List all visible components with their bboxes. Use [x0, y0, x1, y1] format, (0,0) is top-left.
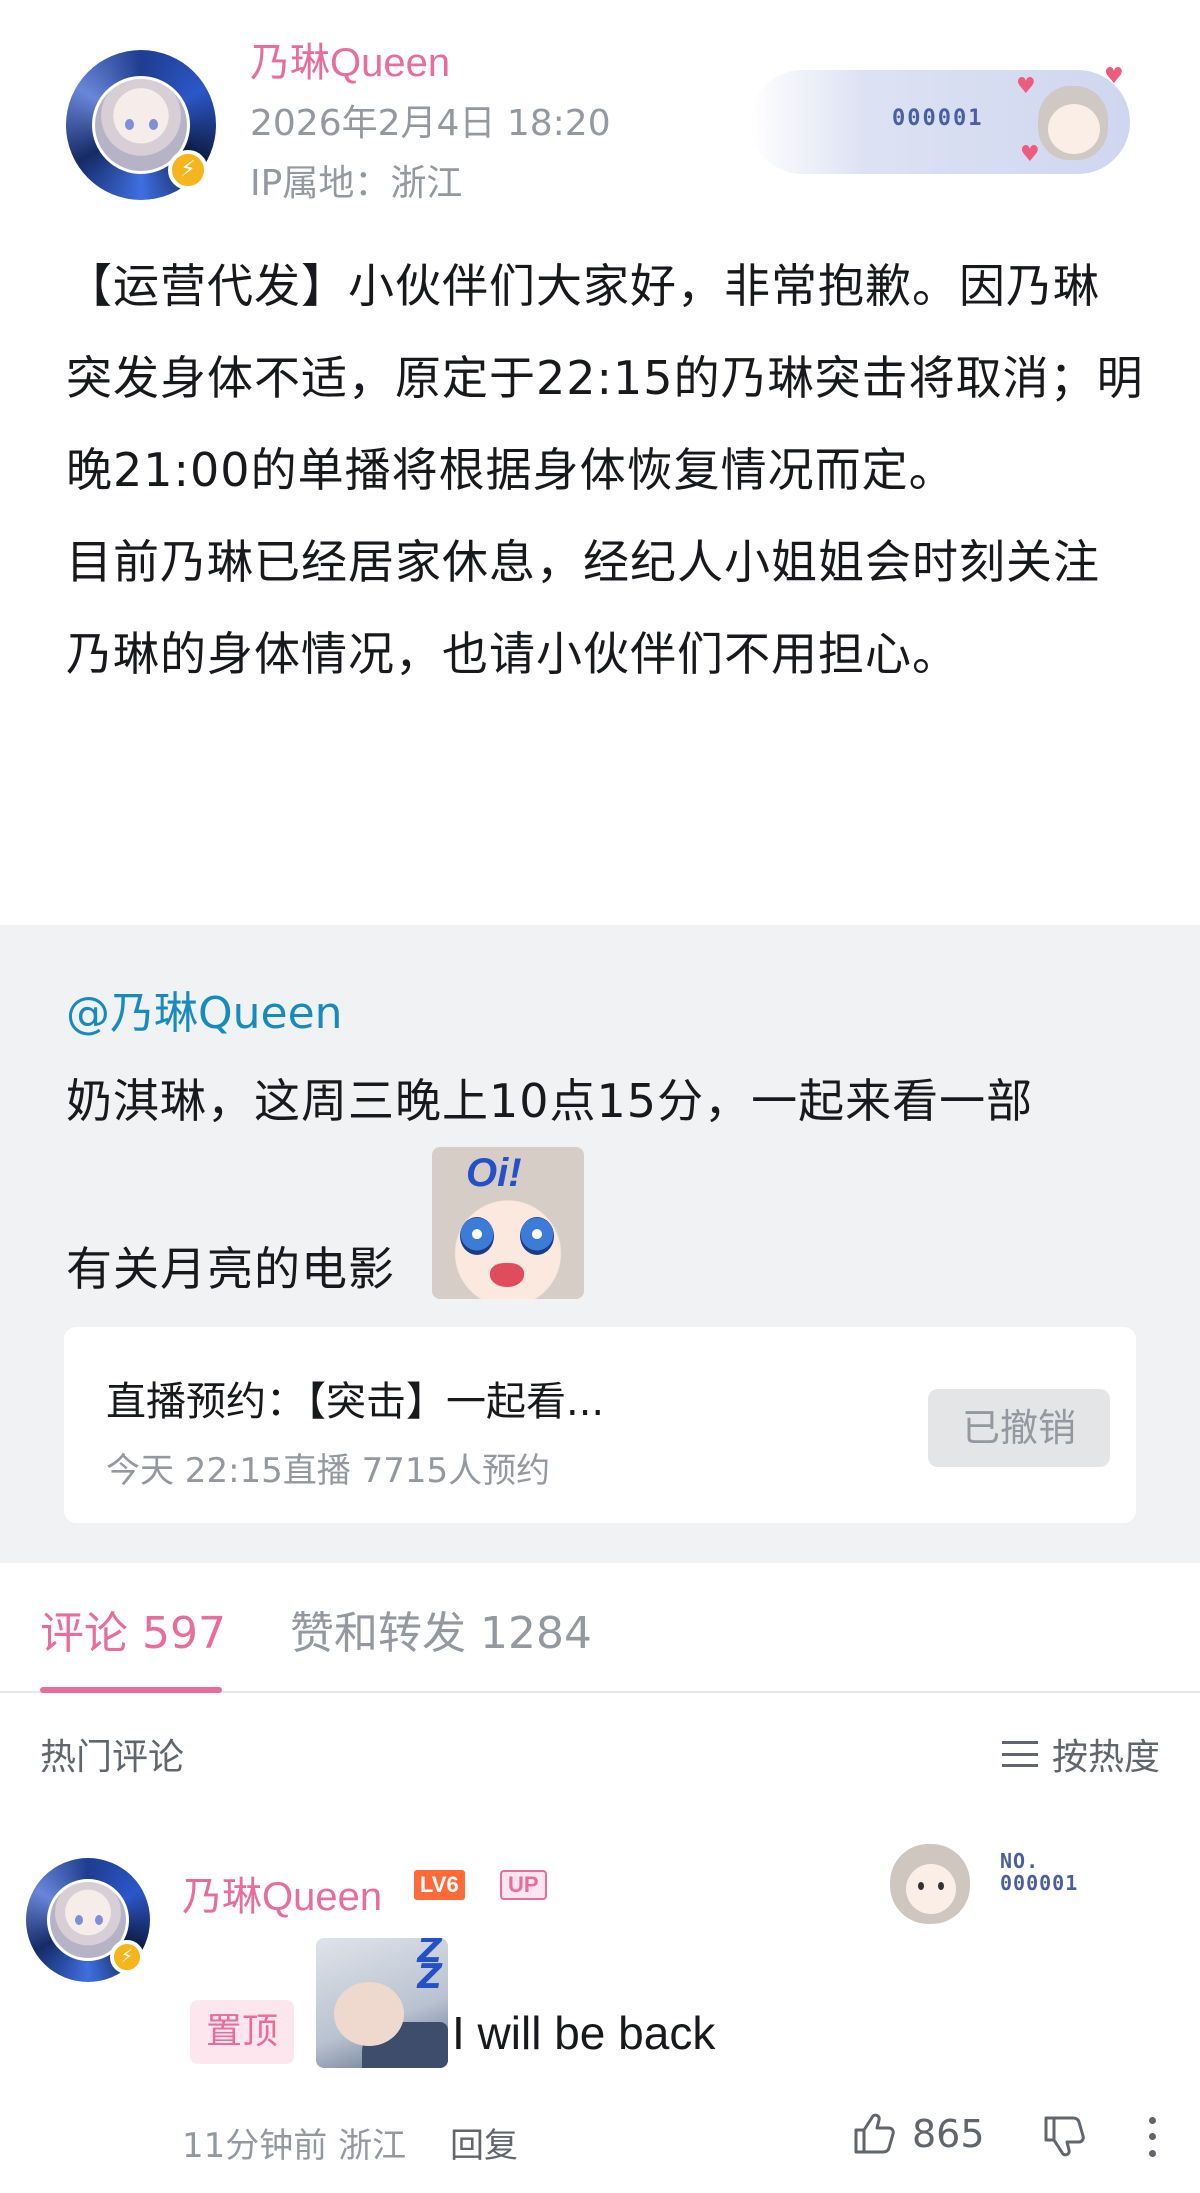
sticker-head — [334, 1982, 404, 2046]
verified-badge-icon: ⚡ — [110, 1940, 144, 1974]
chibi-face — [1048, 104, 1100, 154]
post-ip-location: IP属地：浙江 — [250, 163, 463, 204]
heart-icon: ♥ — [1016, 74, 1036, 99]
hot-comments-label: 热门评论 — [40, 1737, 185, 1778]
author-avatar[interactable]: ⚡ — [66, 50, 216, 200]
post-timestamp: 2026年2月4日 18:20 — [250, 103, 611, 144]
sort-label: 按热度 — [1051, 1737, 1160, 1778]
up-badge: UP — [500, 1870, 547, 1900]
sticker-eye — [460, 1217, 494, 1255]
dislike-button[interactable] — [1040, 2112, 1088, 2164]
dot — [1148, 2133, 1156, 2141]
comment-tabs: 评论 597 赞和转发 1284 — [0, 1563, 1200, 1693]
heart-icon: ♥ — [1104, 64, 1124, 89]
post-content: 【运营代发】小伙伴们大家好，非常抱歉。因乃琳突发身体不适，原定于22:15的乃琳… — [66, 240, 1146, 700]
verified-badge-icon: ⚡ — [168, 150, 208, 190]
like-button[interactable]: 865 — [850, 2110, 985, 2158]
comment-meta: 11分钟前 浙江 — [182, 2126, 407, 2166]
author-name[interactable]: 乃琳Queen — [250, 30, 450, 88]
repost-author-mention[interactable]: @乃琳Queen — [66, 977, 343, 1041]
reply-button[interactable]: 回复 — [450, 2118, 518, 2167]
level-badge: LV6 — [414, 1870, 465, 1900]
zzz-mark: ZZ — [417, 1938, 442, 1997]
reposted-dynamic[interactable]: @乃琳Queen 奶淇琳，这周三晚上10点15分，一起来看一部 有关月亮的电影 … — [0, 925, 1200, 1563]
dot — [1148, 2116, 1156, 2124]
dot — [1148, 2150, 1156, 2158]
sticker-text: Oi! — [466, 1151, 522, 1195]
repost-text: 奶淇琳，这周三晚上10点15分，一起来看一部 — [66, 1074, 1034, 1128]
more-vertical-icon[interactable] — [1140, 2112, 1164, 2162]
comment-fan-badge[interactable]: NO. 000001 — [890, 1838, 1170, 1938]
fan-card[interactable]: 000001 ♥ ♥ ♥ — [750, 64, 1130, 174]
fan-badge-face — [906, 1864, 956, 1914]
like-count: 865 — [912, 2112, 985, 2156]
fan-card-number: 000001 — [892, 106, 984, 131]
pinned-tag: 置顶 — [190, 2000, 295, 2064]
active-tab-indicator — [40, 1687, 222, 1693]
heart-icon: ♥ — [1020, 142, 1040, 167]
live-reservation-card[interactable]: 直播预约：【突击】一起看... 今天 22:15直播 7715人预约 已撤销 — [64, 1327, 1136, 1523]
fan-card-chibi-image: ♥ ♥ ♥ — [1016, 64, 1126, 174]
reservation-cancelled-button[interactable]: 已撤销 — [928, 1389, 1110, 1467]
repost-text: 有关月亮的电影 — [66, 1242, 395, 1296]
post-paragraph: 目前乃琳已经居家休息，经纪人小姐姐会时刻关注乃琳的身体情况，也请小伙伴们不用担心… — [66, 535, 1100, 681]
tab-likes-reposts[interactable]: 赞和转发 1284 — [290, 1597, 592, 1661]
comment-author-avatar[interactable]: ⚡ — [26, 1858, 150, 1982]
fan-badge-label: NO. 000001 — [1000, 1849, 1079, 1895]
menu-lines-icon — [1001, 1741, 1038, 1767]
post-header: ⚡ 乃琳Queen 2026年2月4日 18:20 IP属地：浙江 000001… — [0, 0, 1200, 210]
sort-by-heat-button[interactable]: 按热度 — [1001, 1728, 1160, 1780]
comment-author-name[interactable]: 乃琳Queen — [182, 1864, 382, 1922]
thumbs-up-icon — [854, 2113, 895, 2154]
sticker-mouth — [490, 1263, 524, 1287]
comment-text: I will be back — [452, 2007, 716, 2059]
reservation-meta: 今天 22:15直播 7715人预约 — [106, 1451, 551, 1491]
thumbs-down-icon — [1044, 2116, 1085, 2157]
post-paragraph: 【运营代发】小伙伴们大家好，非常抱歉。因乃琳突发身体不适，原定于22:15的乃琳… — [66, 259, 1144, 497]
reservation-title: 直播预约：【突击】一起看... — [106, 1379, 605, 1425]
sleeping-sticker-image: ZZ — [316, 1938, 448, 2068]
sticker-eye — [520, 1217, 554, 1255]
tab-comments[interactable]: 评论 597 — [40, 1597, 226, 1661]
oi-sticker-image: Oi! — [432, 1147, 584, 1299]
